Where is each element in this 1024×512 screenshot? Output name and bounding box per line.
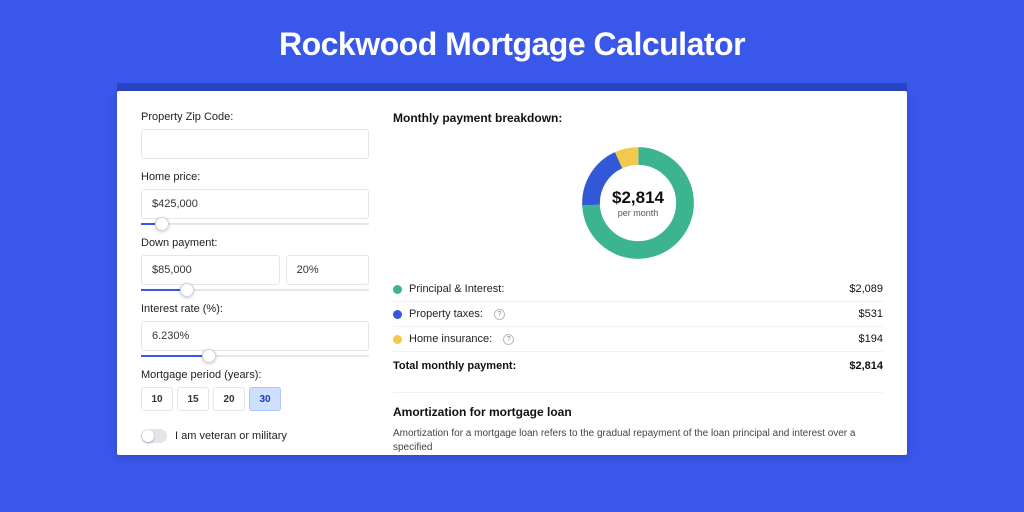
home-price-label: Home price: [141,171,369,183]
period-button-20[interactable]: 20 [213,387,245,411]
breakdown-legend: Principal & Interest: $2,089 Property taxe… [393,277,883,351]
zip-label: Property Zip Code: [141,111,369,123]
veteran-toggle[interactable] [141,429,167,443]
breakdown-title: Monthly payment breakdown: [393,111,883,125]
legend-row: Property taxes:? $531 [393,301,883,326]
period-button-10[interactable]: 10 [141,387,173,411]
legend-dot [393,335,402,344]
veteran-label: I am veteran or military [175,430,287,442]
legend-label: Principal & Interest: [409,283,504,295]
legend-value: $531 [859,308,883,320]
legend-row: Home insurance:? $194 [393,326,883,351]
home-price-input[interactable] [141,189,369,219]
calculator-card: Property Zip Code: Home price: Down paym… [117,91,907,455]
zip-input[interactable] [141,129,369,159]
toggle-knob [142,430,154,442]
legend-row: Principal & Interest: $2,089 [393,277,883,301]
slider-thumb[interactable] [202,349,216,363]
page-title: Rockwood Mortgage Calculator [0,0,1024,83]
card-top-shadow [117,83,907,91]
legend-label: Property taxes: [409,308,483,320]
info-icon[interactable]: ? [494,309,505,320]
donut-chart-wrap: $2,814 per month [393,137,883,277]
legend-value: $194 [859,333,883,345]
legend-dot [393,310,402,319]
donut-center-sub: per month [618,208,659,218]
period-button-30[interactable]: 30 [249,387,281,411]
mortgage-period-toggle: 10152030 [141,387,369,411]
down-payment-label: Down payment: [141,237,369,249]
down-payment-slider[interactable] [141,289,369,291]
amortization-title: Amortization for mortgage loan [393,405,883,419]
down-payment-input[interactable] [141,255,280,285]
breakdown-column: Monthly payment breakdown: $2,814 per mo… [389,111,907,455]
donut-center-amount: $2,814 [612,188,664,208]
donut-chart: $2,814 per month [576,141,700,265]
info-icon[interactable]: ? [503,334,514,345]
slider-thumb[interactable] [155,217,169,231]
total-label: Total monthly payment: [393,360,516,372]
legend-dot [393,285,402,294]
interest-rate-input[interactable] [141,321,369,351]
amortization-text: Amortization for a mortgage loan refers … [393,427,883,455]
amortization-section: Amortization for mortgage loan Amortizat… [393,392,883,455]
period-button-15[interactable]: 15 [177,387,209,411]
down-payment-pct-input[interactable] [286,255,369,285]
legend-value: $2,089 [849,283,883,295]
mortgage-period-label: Mortgage period (years): [141,369,369,381]
total-value: $2,814 [849,360,883,372]
interest-rate-label: Interest rate (%): [141,303,369,315]
legend-label: Home insurance: [409,333,492,345]
total-row: Total monthly payment: $2,814 [393,351,883,378]
form-column: Property Zip Code: Home price: Down paym… [117,111,389,455]
slider-thumb[interactable] [180,283,194,297]
home-price-slider[interactable] [141,223,369,225]
interest-rate-slider[interactable] [141,355,369,357]
